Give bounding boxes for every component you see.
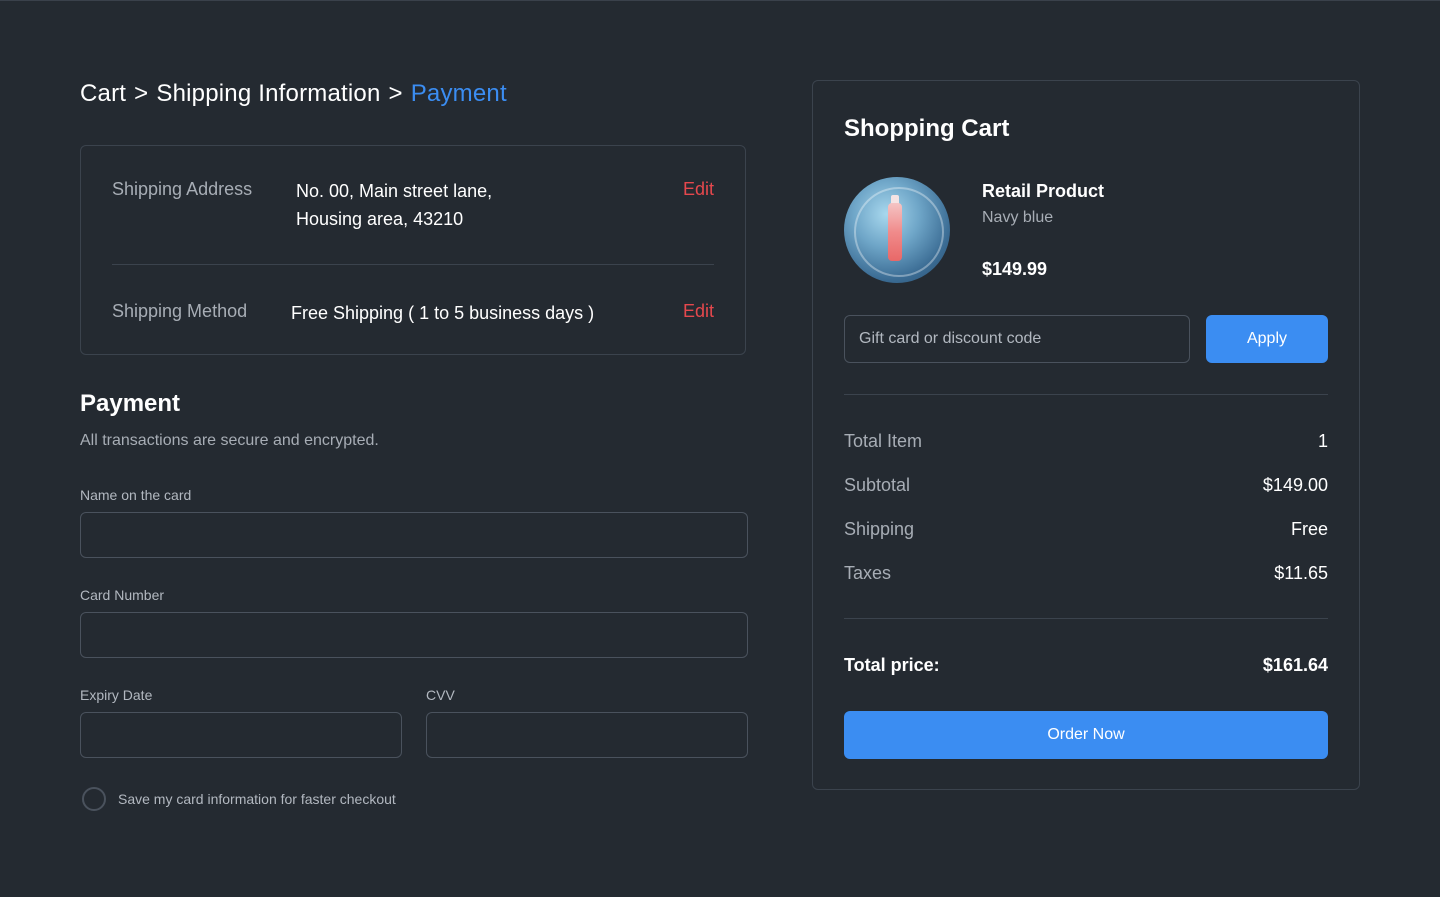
expiry-date-label: Expiry Date — [80, 687, 153, 703]
shipping-method-row: Shipping Method Free Shipping ( 1 to 5 b… — [112, 299, 714, 329]
shipping-address-row: Shipping Address No. 00, Main street lan… — [112, 177, 714, 237]
summary-row-shipping: Shipping Free — [844, 519, 1328, 540]
summary-value: $149.00 — [1262, 475, 1328, 495]
divider — [844, 394, 1328, 395]
shipping-address-value: No. 00, Main street lane, Housing area, … — [296, 177, 492, 233]
name-on-card-label: Name on the card — [80, 487, 192, 503]
cvv-label: CVV — [426, 687, 455, 703]
summary-value: $11.65 — [1274, 563, 1328, 583]
breadcrumb-separator: > — [388, 80, 403, 107]
apply-button[interactable]: Apply — [1206, 315, 1328, 363]
summary-label: Subtotal — [844, 475, 911, 495]
summary-label: Shipping — [844, 519, 915, 539]
breadcrumb-separator: > — [134, 80, 149, 107]
save-card-option: Save my card information for faster chec… — [82, 787, 396, 811]
cvv-input[interactable] — [426, 712, 748, 758]
save-card-label[interactable]: Save my card information for faster chec… — [118, 791, 396, 807]
card-number-label: Card Number — [80, 587, 165, 603]
order-now-button[interactable]: Order Now — [844, 711, 1328, 759]
breadcrumb-payment: Payment — [410, 80, 507, 107]
shopping-cart-panel: Shopping Cart Retail Product Navy blue $… — [812, 80, 1360, 790]
product-image — [844, 177, 950, 283]
address-line-2: Housing area, 43210 — [296, 209, 464, 229]
edit-method-link[interactable]: Edit — [683, 301, 714, 322]
summary-value: Free — [1290, 519, 1328, 539]
payment-subtitle: All transactions are secure and encrypte… — [80, 432, 379, 449]
name-on-card-input[interactable] — [80, 512, 748, 558]
shipping-summary-box: Shipping Address No. 00, Main street lan… — [80, 145, 746, 355]
card-number-input[interactable] — [80, 612, 748, 658]
product-name: Retail Product — [982, 181, 1105, 201]
shipping-address-label: Shipping Address — [112, 179, 253, 199]
discount-code-input[interactable] — [844, 315, 1190, 363]
total-price-value: $161.64 — [1262, 655, 1328, 675]
cart-title: Shopping Cart — [844, 115, 1010, 142]
payment-title: Payment — [80, 390, 181, 417]
breadcrumb-cart[interactable]: Cart — [80, 80, 126, 108]
shipping-method-label: Shipping Method — [112, 301, 248, 321]
divider — [844, 618, 1328, 619]
summary-row-subtotal: Subtotal $149.00 — [844, 475, 1328, 496]
summary-label: Total Item — [844, 431, 923, 451]
summary-label: Taxes — [844, 563, 892, 583]
divider — [112, 264, 714, 265]
summary-row-taxes: Taxes $11.65 — [844, 563, 1328, 584]
edit-address-link[interactable]: Edit — [683, 179, 714, 200]
total-price-row: Total price: $161.64 — [844, 655, 1328, 676]
breadcrumb: Cart > Shipping Information > Payment — [80, 80, 507, 108]
product-price: $149.99 — [982, 259, 1048, 279]
save-card-checkbox[interactable] — [82, 787, 106, 811]
summary-value: 1 — [1317, 431, 1328, 451]
summary-row-total-item: Total Item 1 — [844, 431, 1328, 452]
address-line-1: No. 00, Main street lane, — [296, 181, 493, 201]
top-border — [0, 0, 1440, 1]
expiry-date-input[interactable] — [80, 712, 402, 758]
shipping-method-value: Free Shipping ( 1 to 5 business days ) — [291, 303, 595, 323]
breadcrumb-shipping-information[interactable]: Shipping Information — [156, 80, 380, 108]
product-variant: Navy blue — [982, 209, 1054, 226]
product-image-bottle — [888, 203, 902, 261]
total-price-label: Total price: — [844, 655, 940, 675]
